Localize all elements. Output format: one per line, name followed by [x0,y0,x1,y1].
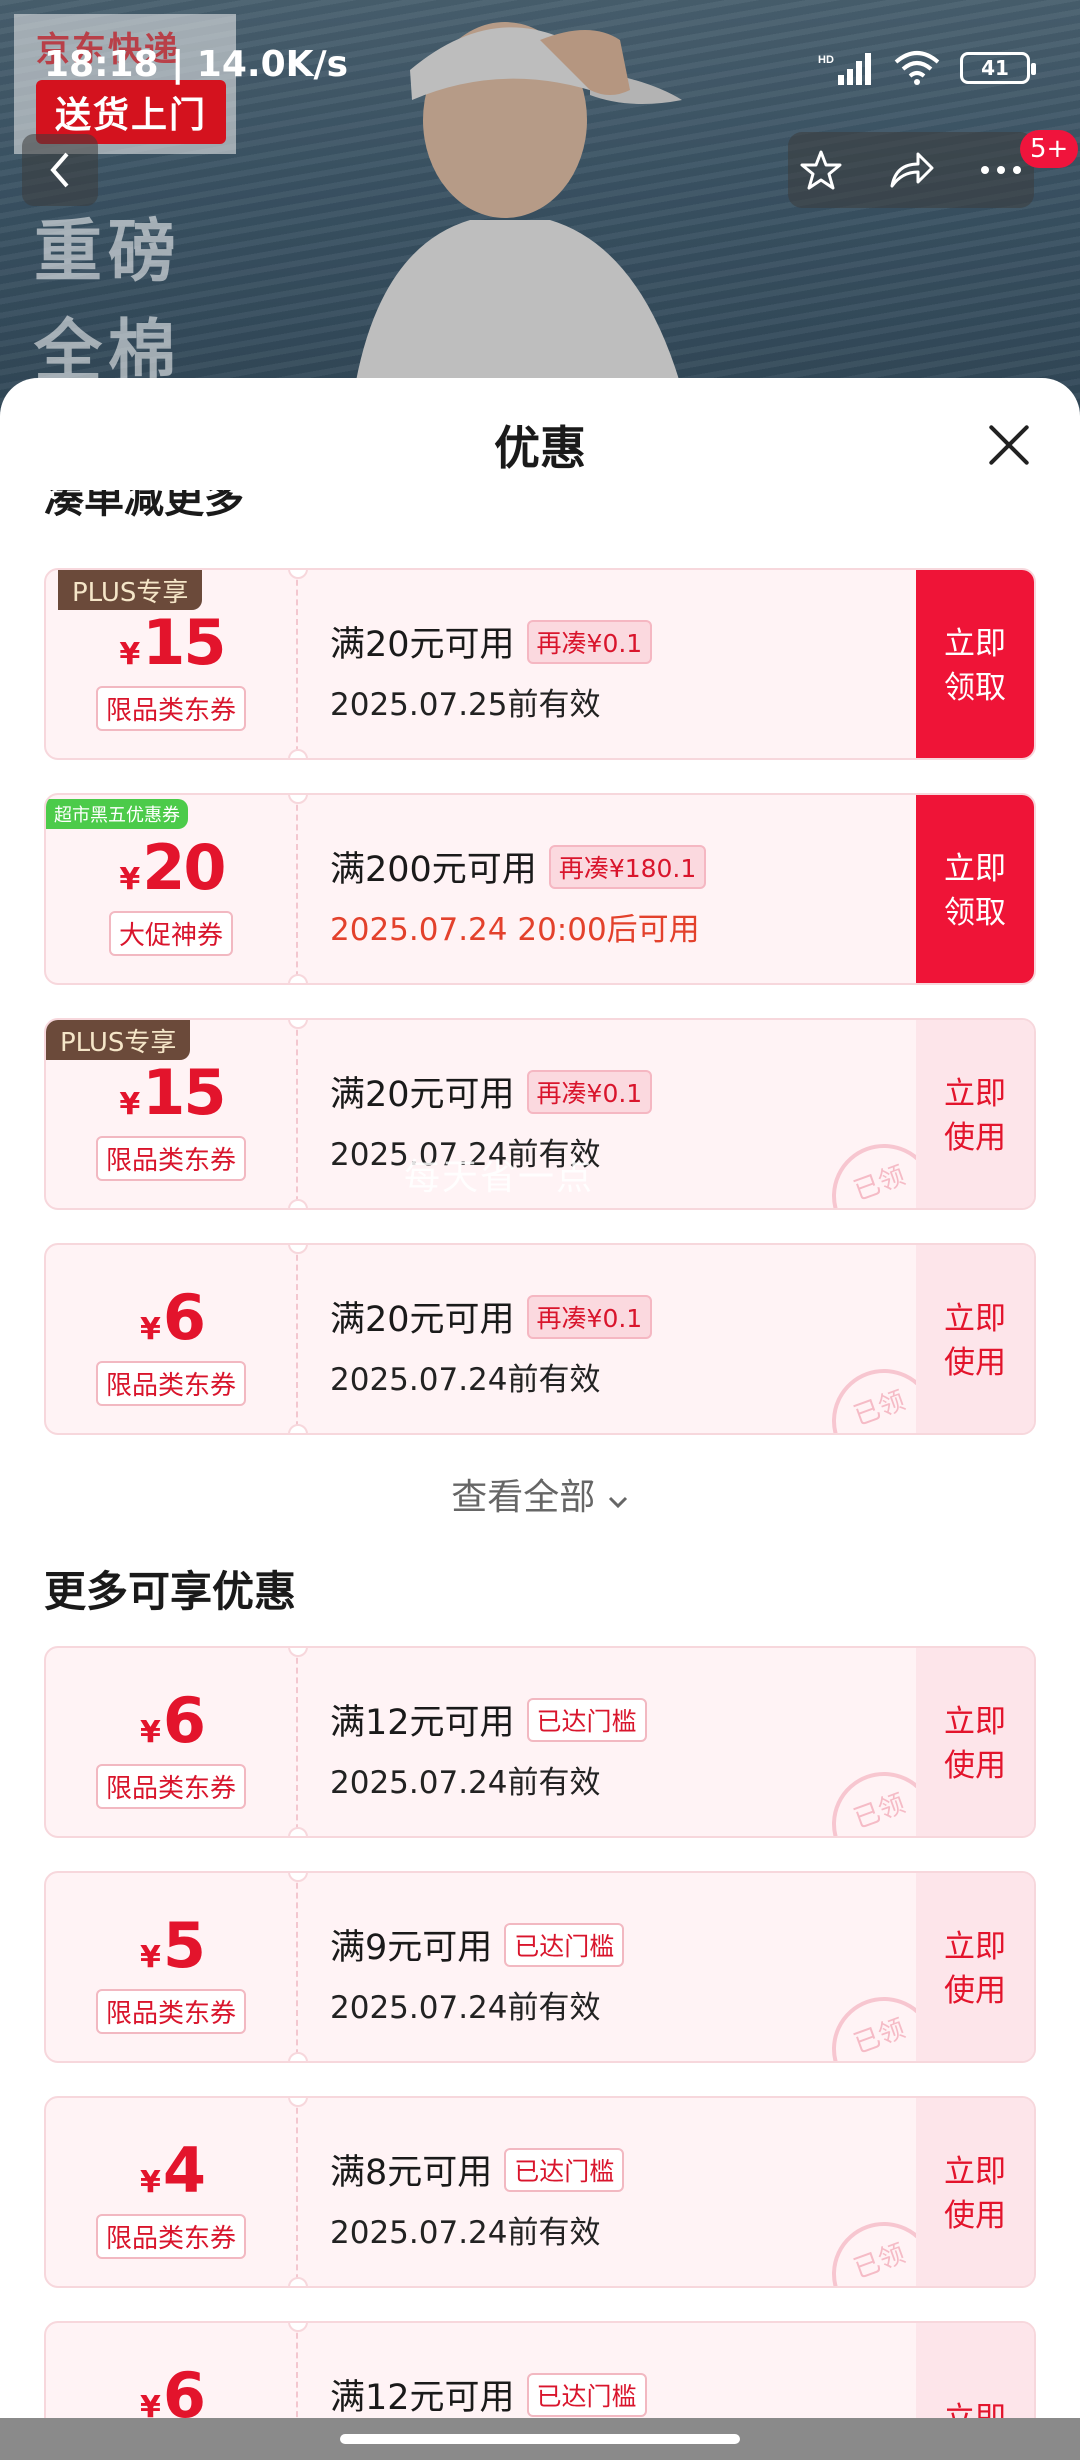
coupon-value: ¥6 限品类东券 [46,1245,298,1433]
coupon-type: 限品类东券 [95,1361,247,1406]
use-button[interactable]: 立即 使用 [916,1020,1034,1208]
coupon-validity: 2025.07.24前有效 [330,1990,601,2026]
use-button[interactable]: 立即 使用 [916,1648,1034,1836]
notification-badge: 5+ [1020,130,1079,168]
use-button[interactable]: 立即 使用 [916,1245,1034,1433]
status-time: 18:18 | 14.0K/s [44,44,349,85]
coupon-type: 限品类东券 [95,686,247,731]
status-bar: 18:18 | 14.0K/s HD 41 [0,0,1080,132]
coupon-type: 限品类东券 [95,1989,247,2034]
coupon-card: 超市黑五优惠券 ¥20 大促神券 满200元可用 再凑¥180.1 2025.07… [44,793,1036,985]
plus-tag: PLUS专享 [58,570,203,610]
chevron-down-icon [608,1496,627,1509]
claim-button[interactable]: 立即 领取 [916,795,1034,983]
star-icon[interactable] [800,149,842,191]
close-icon[interactable] [986,422,1032,468]
coupon-card: ¥5 限品类东券 满9元可用 已达门槛 2025.07.24前有效 已领 立即 使用 [44,1871,1036,2063]
signal-icon: HD [818,53,871,85]
coupon-pill: 已达门槛 [504,2147,625,2192]
coupon-pill: 再凑¥0.1 [526,619,653,664]
svg-text:HD: HD [818,54,834,66]
section-title-more: 更多可享优惠 [44,1567,297,1616]
wifi-icon [894,51,940,85]
coupon-condition: 满20元可用 [330,1300,515,1340]
coupon-validity: 2025.07.24前有效 [330,2215,601,2251]
coupon-value: 超市黑五优惠券 ¥20 大促神券 [46,795,298,983]
coupon-validity: 2025.07.24前有效 [330,1765,601,1801]
share-icon[interactable] [888,150,934,190]
coupon-pill: 已达门槛 [526,1697,647,1742]
coupon-condition: 满12元可用 [330,1703,515,1743]
promo-tag: 超市黑五优惠券 [46,799,188,829]
coupon-type: 大促神券 [108,911,234,956]
coupon-value: PLUS专享 ¥15 限品类东券 [46,570,298,758]
watermark: 每天省一点 [404,1157,595,1198]
coupon-type: 限品类东券 [95,1136,247,1181]
back-button[interactable] [22,134,98,206]
coupon-type: 限品类东券 [95,2214,247,2259]
coupon-value: ¥5 限品类东券 [46,1873,298,2061]
section-heading-partial: 凑单减更多 [44,490,244,522]
back-arrow-icon [50,152,69,188]
action-group [788,132,1034,208]
home-indicator[interactable] [340,2434,740,2444]
sheet-title: 优惠 [494,421,586,475]
coupon-sheet: 优惠 凑单减更多 PLUS专享 ¥15 限品类东券 满20元可用 再凑¥0.1 2… [0,378,1080,2460]
coupon-pill: 再凑¥0.1 [526,1294,653,1339]
promo-text-1: 重磅 [34,213,183,292]
coupon-card: PLUS专享 ¥15 限品类东券 满20元可用 再凑¥0.1 2025.07.25… [44,568,1036,760]
plus-tag: PLUS专享 [46,1020,191,1060]
coupon-pill: 再凑¥0.1 [526,1069,653,1114]
coupon-pill: 已达门槛 [504,1922,625,1967]
coupon-condition: 满9元可用 [330,1928,493,1968]
coupon-value: PLUS专享 ¥15 限品类东券 [46,1020,298,1208]
coupon-value: ¥4 限品类东券 [46,2098,298,2286]
use-button[interactable]: 立即 使用 [916,2098,1034,2286]
coupon-type: 限品类东券 [95,1764,247,1809]
coupon-condition: 满200元可用 [330,850,537,890]
coupon-card: ¥6 限品类东券 满20元可用 再凑¥0.1 2025.07.24前有效 已领 立… [44,1243,1036,1435]
coupon-pill: 已达门槛 [526,2372,647,2417]
coupon-validity: 2025.07.24前有效 [330,1362,601,1398]
use-button[interactable]: 立即 使用 [916,1873,1034,2061]
battery-icon: 41 [960,52,1036,84]
coupon-condition: 满20元可用 [330,625,515,665]
more-icon[interactable] [980,164,1022,176]
coupon-condition: 满20元可用 [330,1075,515,1115]
coupon-validity: 2025.07.25前有效 [330,687,601,723]
coupon-pill: 再凑¥180.1 [548,844,707,889]
coupon-card: ¥6 限品类东券 满12元可用 已达门槛 2025.07.24前有效 已领 立即使… [44,1646,1036,1838]
claim-button[interactable]: 立即 领取 [916,570,1034,758]
coupon-validity: 2025.07.24 20:00后可用 [330,912,700,948]
see-all-link[interactable]: 查看全部 [0,1468,1080,1520]
coupon-condition: 满12元可用 [330,2378,515,2418]
coupon-condition: 满8元可用 [330,2153,493,2193]
coupon-value: ¥6 限品类东券 [46,1648,298,1836]
coupon-card: ¥4 限品类东券 满8元可用 已达门槛 2025.07.24前有效 已领 立即 使用 [44,2096,1036,2288]
